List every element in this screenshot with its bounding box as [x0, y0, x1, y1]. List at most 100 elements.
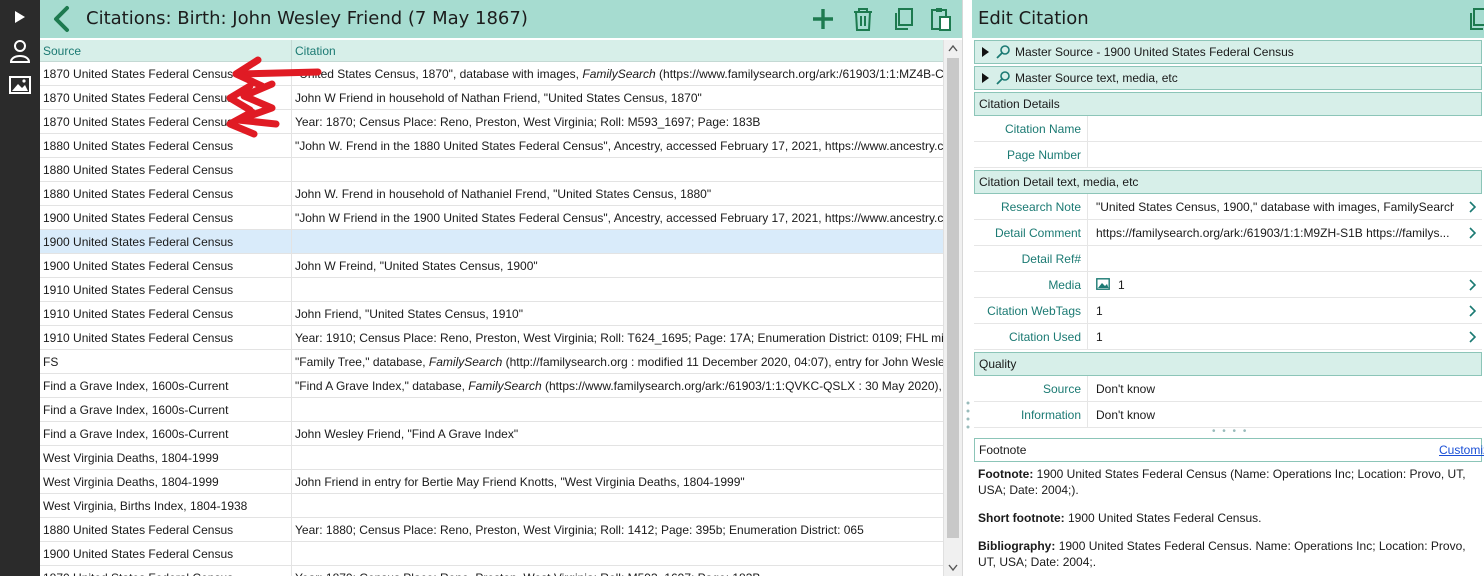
table-row[interactable]: West Virginia Deaths, 1804-1999	[40, 446, 943, 470]
field-row[interactable]: Citation WebTags 1	[974, 298, 1482, 324]
add-icon[interactable]	[810, 6, 836, 32]
field-value[interactable]: "United States Census, 1900," database w…	[1096, 194, 1454, 220]
citation-cell[interactable]: John Friend in entry for Bertie May Frie…	[292, 470, 943, 494]
citation-cell[interactable]: "John W Friend in the 1900 United States…	[292, 206, 943, 230]
table-row[interactable]: 1880 United States Federal Census John W.…	[40, 182, 943, 206]
source-cell[interactable]: 1880 United States Federal Census	[40, 518, 292, 542]
citation-cell[interactable]: John Friend, "United States Census, 1910…	[292, 302, 943, 326]
source-cell[interactable]: 1900 United States Federal Census	[40, 254, 292, 278]
field-row-citation-name[interactable]: Citation Name	[974, 116, 1482, 142]
table-row[interactable]: West Virginia Deaths, 1804-1999 John Frie…	[40, 470, 943, 494]
delete-icon[interactable]	[850, 6, 876, 32]
source-cell[interactable]: 1880 United States Federal Census	[40, 182, 292, 206]
field-value[interactable]: 1	[1096, 298, 1454, 324]
chevron-right-icon[interactable]	[1468, 227, 1477, 239]
source-cell[interactable]: 1910 United States Federal Census	[40, 302, 292, 326]
source-cell[interactable]: West Virginia Deaths, 1804-1999	[40, 446, 292, 470]
field-row[interactable]: Research Note "United States Census, 1900…	[974, 194, 1482, 220]
citation-cell[interactable]	[292, 494, 943, 518]
quality-information-value[interactable]: Don't know	[1096, 402, 1454, 428]
citation-cell[interactable]: John Wesley Friend, "Find A Grave Index"	[292, 422, 943, 446]
table-row[interactable]: 1870 United States Federal Census John W …	[40, 86, 943, 110]
citation-cell[interactable]: "Family Tree," database, FamilySearch (h…	[292, 350, 943, 374]
table-row[interactable]: 1880 United States Federal Census	[40, 158, 943, 182]
table-row[interactable]: Find a Grave Index, 1600s-Current John We…	[40, 422, 943, 446]
master-source-text-section[interactable]: Master Source text, media, etc	[974, 66, 1482, 90]
field-row[interactable]: Citation Used 1	[974, 324, 1482, 350]
field-value[interactable]: 1	[1096, 272, 1454, 298]
table-row[interactable]: 1900 United States Federal Census	[40, 230, 943, 254]
resize-grip[interactable]: • • • •	[1212, 427, 1252, 437]
play-icon[interactable]	[0, 2, 40, 32]
citation-cell[interactable]: "Find A Grave Index," database, FamilySe…	[292, 374, 943, 398]
table-row[interactable]: 1900 United States Federal Census John W …	[40, 254, 943, 278]
copy-icon[interactable]	[1466, 6, 1484, 32]
vertical-scrollbar[interactable]	[943, 40, 962, 576]
column-header-source[interactable]: Source	[40, 40, 292, 62]
panel-splitter[interactable]	[962, 0, 972, 576]
source-cell[interactable]: 1870 United States Federal Census	[40, 62, 292, 86]
table-row[interactable]: FS "Family Tree," database, FamilySearch …	[40, 350, 943, 374]
source-cell[interactable]: FS	[40, 350, 292, 374]
citation-cell[interactable]: "United States Census, 1870", database w…	[292, 62, 943, 86]
chevron-right-icon[interactable]	[1468, 331, 1477, 343]
chevron-right-icon[interactable]	[1468, 279, 1477, 291]
table-row[interactable]: 1910 United States Federal Census	[40, 278, 943, 302]
field-value[interactable]	[1096, 246, 1454, 272]
image-icon[interactable]	[0, 70, 40, 100]
table-row[interactable]: West Virginia, Births Index, 1804-1938	[40, 494, 943, 518]
table-row[interactable]: 1870 United States Federal Census "United…	[40, 62, 943, 86]
paste-icon[interactable]	[928, 6, 954, 32]
expand-triangle-icon[interactable]	[982, 47, 989, 57]
table-row[interactable]: Find a Grave Index, 1600s-Current	[40, 398, 943, 422]
citation-cell[interactable]: Year: 1880; Census Place: Reno, Preston,…	[292, 518, 943, 542]
page-number-field[interactable]	[1096, 142, 1454, 168]
table-row[interactable]: 1900 United States Federal Census "John W…	[40, 206, 943, 230]
field-row[interactable]: Detail Ref#	[974, 246, 1482, 272]
copy-icon[interactable]	[890, 6, 916, 32]
field-value[interactable]: https://familysearch.org/ark:/61903/1:1:…	[1096, 220, 1454, 246]
table-row[interactable]: Find a Grave Index, 1600s-Current "Find A…	[40, 374, 943, 398]
citation-cell[interactable]: John W Freind, "United States Census, 19…	[292, 254, 943, 278]
field-value[interactable]: 1	[1096, 324, 1454, 350]
table-row[interactable]: 1870 United States Federal CensusYear: 1…	[40, 110, 943, 134]
source-cell[interactable]: 1870 United States Federal Census	[40, 566, 292, 576]
source-cell[interactable]: Find a Grave Index, 1600s-Current	[40, 374, 292, 398]
source-cell[interactable]: Find a Grave Index, 1600s-Current	[40, 398, 292, 422]
citation-cell[interactable]: Year: 1870; Census Place: Reno, Preston,…	[292, 566, 943, 576]
citation-cell[interactable]: "John W. Frend in the 1880 United States…	[292, 134, 943, 158]
quality-source-value[interactable]: Don't know	[1096, 376, 1454, 402]
source-cell[interactable]: 1900 United States Federal Census	[40, 542, 292, 566]
master-source-section[interactable]: Master Source - 1900 United States Feder…	[974, 40, 1482, 64]
source-cell[interactable]: 1870 United States Federal Census	[40, 86, 292, 110]
citation-cell[interactable]	[292, 542, 943, 566]
source-cell[interactable]: 1910 United States Federal Census	[40, 278, 292, 302]
source-cell[interactable]: 1880 United States Federal Census	[40, 158, 292, 182]
source-cell[interactable]: Find a Grave Index, 1600s-Current	[40, 422, 292, 446]
table-row[interactable]: 1870 United States Federal CensusYear: 1…	[40, 566, 943, 576]
source-cell[interactable]: 1880 United States Federal Census	[40, 134, 292, 158]
table-row[interactable]: 1910 United States Federal Census John Fr…	[40, 302, 943, 326]
field-row[interactable]: Media 1	[974, 272, 1482, 298]
field-row-quality-source[interactable]: Source Don't know	[974, 376, 1482, 402]
table-row[interactable]: 1880 United States Federal Census "John W…	[40, 134, 943, 158]
source-cell[interactable]: 1900 United States Federal Census	[40, 206, 292, 230]
chevron-right-icon[interactable]	[1468, 305, 1477, 317]
citation-cell[interactable]: John W Friend in household of Nathan Fri…	[292, 86, 943, 110]
back-arrow-icon[interactable]	[50, 5, 74, 33]
source-cell[interactable]: West Virginia, Births Index, 1804-1938	[40, 494, 292, 518]
field-row-page-number[interactable]: Page Number	[974, 142, 1482, 168]
citation-name-field[interactable]	[1096, 116, 1454, 142]
table-row[interactable]: 1880 United States Federal Census Year: 1…	[40, 518, 943, 542]
scrollbar-thumb[interactable]	[947, 58, 959, 538]
source-cell[interactable]: 1910 United States Federal Census	[40, 326, 292, 350]
person-icon[interactable]	[0, 36, 40, 66]
table-row[interactable]: 1910 United States Federal Census Year: 1…	[40, 326, 943, 350]
citation-cell[interactable]	[292, 446, 943, 470]
citation-cell[interactable]: Year: 1910; Census Place: Reno, Preston,…	[292, 326, 943, 350]
customize-link[interactable]: Customiz	[1439, 439, 1484, 461]
chevron-right-icon[interactable]	[1468, 201, 1477, 213]
citation-cell[interactable]: John W. Frend in household of Nathaniel …	[292, 182, 943, 206]
source-cell[interactable]: 1900 United States Federal Census	[40, 230, 292, 254]
source-cell[interactable]: 1870 United States Federal Census	[40, 110, 292, 134]
